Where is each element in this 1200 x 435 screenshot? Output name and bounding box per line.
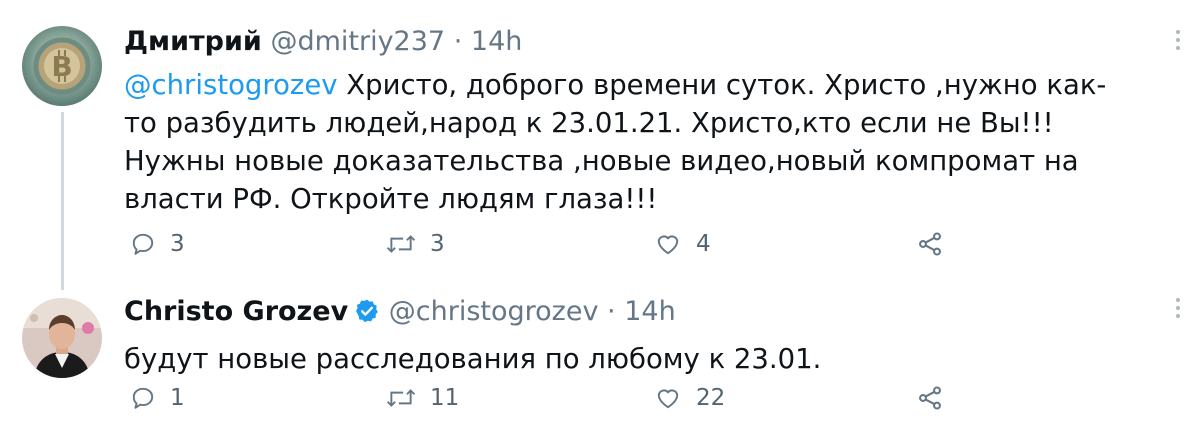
like-count: 22 xyxy=(696,385,726,411)
retweet-icon xyxy=(386,389,416,407)
mention-link[interactable]: @christogrozev xyxy=(124,69,338,101)
tweet-text: @christogrozev Христо, доброго времени с… xyxy=(124,66,1130,218)
like-button[interactable]: 4 xyxy=(654,226,711,262)
thread-connector-line xyxy=(61,112,64,290)
more-options-icon[interactable] xyxy=(1174,298,1182,324)
retweet-button[interactable]: 11 xyxy=(386,380,459,416)
svg-text:B: B xyxy=(51,50,72,83)
timestamp[interactable]: 14h xyxy=(471,26,522,57)
reply-button[interactable]: 1 xyxy=(130,380,185,416)
retweet-icon xyxy=(386,235,416,253)
tweet-header: Christo Grozev @christogrozev · 14h xyxy=(124,294,1130,334)
display-name[interactable]: Christo Grozev xyxy=(124,296,348,327)
avatar[interactable] xyxy=(22,298,102,378)
share-icon xyxy=(919,232,941,256)
like-count: 4 xyxy=(696,231,711,257)
tweet[interactable]: B Дмитрий @dmitriy237 · 14h @christogroz… xyxy=(0,0,1200,290)
reply-count: 3 xyxy=(170,231,185,257)
separator-dot: · xyxy=(607,296,616,327)
reply-icon xyxy=(132,387,154,409)
heart-icon xyxy=(657,235,679,255)
tweet-actions: 1 11 22 xyxy=(124,380,1064,416)
user-handle[interactable]: @dmitriy237 xyxy=(270,26,445,57)
timestamp[interactable]: 14h xyxy=(624,296,675,327)
share-button[interactable] xyxy=(916,226,944,262)
bitcoin-avatar-image: B xyxy=(22,26,102,106)
verified-badge-icon xyxy=(354,298,380,334)
reply-button[interactable]: 3 xyxy=(130,226,185,262)
avatar[interactable]: B xyxy=(22,26,102,106)
reply-icon xyxy=(132,233,154,255)
retweet-count: 11 xyxy=(430,385,460,411)
share-icon xyxy=(919,386,941,410)
reply-count: 1 xyxy=(170,385,185,411)
tweet-actions: 3 3 4 xyxy=(124,226,1064,262)
tweet-header: Дмитрий @dmitriy237 · 14h xyxy=(124,24,1130,60)
share-button[interactable] xyxy=(916,380,944,416)
retweet-count: 3 xyxy=(430,231,445,257)
heart-icon xyxy=(657,389,679,409)
tweet-text: будут новые расследования по любому к 23… xyxy=(124,343,822,375)
separator-dot: · xyxy=(453,26,463,57)
retweet-button[interactable]: 3 xyxy=(386,226,445,262)
profile-photo-image xyxy=(22,298,102,378)
user-handle[interactable]: @christogrozev xyxy=(389,296,599,327)
display-name[interactable]: Дмитрий xyxy=(124,26,262,57)
like-button[interactable]: 22 xyxy=(654,380,725,416)
tweet[interactable]: Christo Grozev @christogrozev · 14h буду… xyxy=(0,290,1200,435)
more-options-icon[interactable] xyxy=(1174,30,1182,56)
